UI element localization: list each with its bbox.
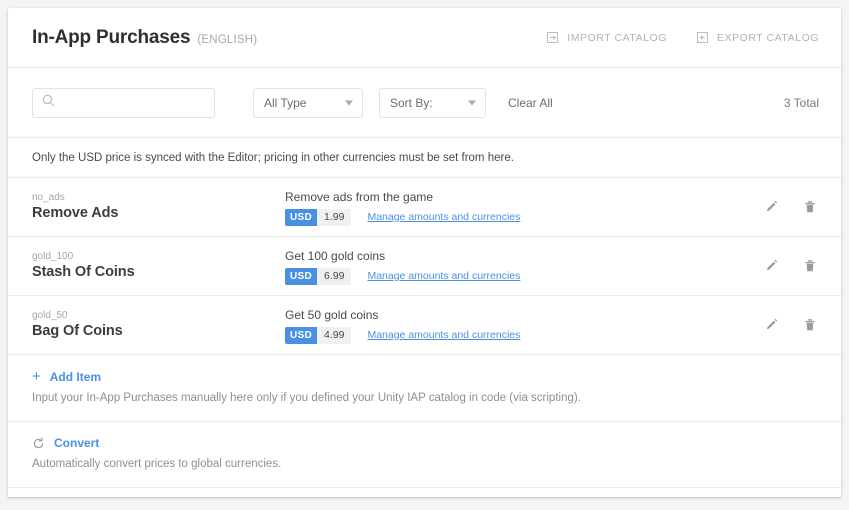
item-description: Remove ads from the game <box>285 189 749 205</box>
price-chip: USD 1.99 <box>285 209 351 226</box>
price-currency: USD <box>285 209 317 226</box>
item-name: Bag Of Coins <box>32 322 285 341</box>
price-chip: USD 6.99 <box>285 268 351 285</box>
type-filter-select[interactable]: All Type <box>253 88 363 118</box>
trash-icon[interactable] <box>801 316 819 334</box>
sort-by-select[interactable]: Sort By: <box>379 88 486 118</box>
plus-icon: + <box>32 369 41 384</box>
sort-by-value: Sort By: <box>390 96 433 110</box>
convert-hint: Automatically convert prices to global c… <box>32 457 817 472</box>
card-footer <box>8 488 841 497</box>
pencil-icon[interactable] <box>763 316 781 334</box>
trash-icon[interactable] <box>801 198 819 216</box>
convert-button[interactable]: Convert <box>32 436 817 450</box>
convert-block: Convert Automatically convert prices to … <box>8 422 841 488</box>
search-input[interactable] <box>32 88 215 118</box>
item-description: Get 100 gold coins <box>285 248 749 264</box>
manage-currencies-link[interactable]: Manage amounts and currencies <box>367 270 520 282</box>
item-price-line: USD 4.99 Manage amounts and currencies <box>285 327 749 344</box>
convert-label: Convert <box>54 436 99 450</box>
header-actions: IMPORT CATALOG EXPORT CATALOG <box>547 31 819 44</box>
card-header: In-App Purchases (ENGLISH) IMPORT CATALO… <box>8 8 841 68</box>
add-item-label: Add Item <box>50 370 101 384</box>
row-actions <box>763 316 819 334</box>
add-item-button[interactable]: + Add Item <box>32 369 817 384</box>
row-actions <box>763 198 819 216</box>
chevron-down-icon <box>468 100 476 105</box>
price-currency: USD <box>285 327 317 344</box>
page-title: In-App Purchases <box>32 27 190 49</box>
type-filter-value: All Type <box>264 96 306 110</box>
import-arrow-box-icon <box>547 31 560 44</box>
item-name: Stash Of Coins <box>32 263 285 282</box>
item-identity: gold_50 Bag Of Coins <box>32 309 285 341</box>
row-actions <box>763 257 819 275</box>
item-sku: gold_100 <box>32 250 285 263</box>
import-catalog-label: IMPORT CATALOG <box>567 32 667 44</box>
usd-sync-notice: Only the USD price is synced with the Ed… <box>8 138 841 178</box>
pencil-icon[interactable] <box>763 257 781 275</box>
export-arrow-box-icon <box>697 31 710 44</box>
item-description: Get 50 gold coins <box>285 307 749 323</box>
price-currency: USD <box>285 268 317 285</box>
item-sku: no_ads <box>32 191 285 204</box>
page-title-language: (ENGLISH) <box>197 34 257 46</box>
clear-all-button[interactable]: Clear All <box>508 96 553 110</box>
item-price-line: USD 6.99 Manage amounts and currencies <box>285 268 749 285</box>
refresh-icon <box>32 437 45 450</box>
item-identity: gold_100 Stash Of Coins <box>32 250 285 282</box>
trash-icon[interactable] <box>801 257 819 275</box>
item-name: Remove Ads <box>32 204 285 223</box>
table-row: gold_100 Stash Of Coins Get 100 gold coi… <box>8 237 841 296</box>
table-row: gold_50 Bag Of Coins Get 50 gold coins U… <box>8 296 841 355</box>
add-item-hint: Input your In-App Purchases manually her… <box>32 391 817 406</box>
search-box <box>32 88 215 118</box>
chevron-down-icon <box>345 100 353 105</box>
price-chip: USD 4.99 <box>285 327 351 344</box>
add-item-block: + Add Item Input your In-App Purchases m… <box>8 355 841 422</box>
total-count-label: 3 Total <box>784 96 819 110</box>
import-catalog-button[interactable]: IMPORT CATALOG <box>547 31 667 44</box>
pencil-icon[interactable] <box>763 198 781 216</box>
price-value: 1.99 <box>317 209 351 226</box>
price-value: 4.99 <box>317 327 351 344</box>
item-detail: Get 50 gold coins USD 4.99 Manage amount… <box>285 307 749 344</box>
item-detail: Remove ads from the game USD 1.99 Manage… <box>285 189 749 226</box>
table-row: no_ads Remove Ads Remove ads from the ga… <box>8 178 841 237</box>
item-detail: Get 100 gold coins USD 6.99 Manage amoun… <box>285 248 749 285</box>
item-sku: gold_50 <box>32 309 285 322</box>
price-value: 6.99 <box>317 268 351 285</box>
manage-currencies-link[interactable]: Manage amounts and currencies <box>367 211 520 223</box>
manage-currencies-link[interactable]: Manage amounts and currencies <box>367 329 520 341</box>
item-price-line: USD 1.99 Manage amounts and currencies <box>285 209 749 226</box>
export-catalog-label: EXPORT CATALOG <box>717 32 819 44</box>
in-app-purchases-card: In-App Purchases (ENGLISH) IMPORT CATALO… <box>8 8 841 497</box>
filter-bar: All Type Sort By: Clear All 3 Total <box>8 68 841 138</box>
item-identity: no_ads Remove Ads <box>32 191 285 223</box>
title-group: In-App Purchases (ENGLISH) <box>32 27 547 49</box>
export-catalog-button[interactable]: EXPORT CATALOG <box>697 31 819 44</box>
